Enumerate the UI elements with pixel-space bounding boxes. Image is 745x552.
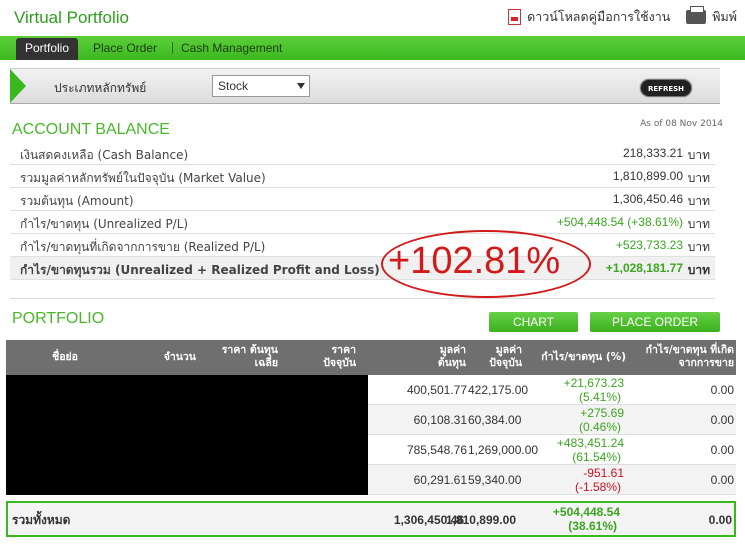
print-link[interactable]: พิมพ์ bbox=[712, 7, 737, 27]
pl-percent: (5.41%) bbox=[578, 390, 621, 404]
balance-label: กำไร/ขาดทุนที่เกิดจากการขาย (Realized P/… bbox=[20, 240, 266, 254]
balance-unit: บาท bbox=[687, 171, 710, 185]
market-value: 1,269,000.00 bbox=[468, 443, 539, 457]
balance-value: 1,306,450.46 bbox=[612, 192, 683, 206]
column-header: จำนวน bbox=[163, 351, 196, 363]
pl-value: +21,673.23 bbox=[563, 376, 624, 390]
realized-value: 0.00 bbox=[710, 413, 734, 427]
table-row[interactable]: 400,501.77 422,175.00 +21,673.23 (5.41%)… bbox=[368, 375, 736, 405]
balance-label: เงินสดคงเหลือ (Cash Balance) bbox=[20, 148, 189, 162]
balance-label: รวมมูลค่าหลักทรัพย์ในปัจจุบัน (Market Va… bbox=[20, 171, 266, 185]
market-value: 60,384.00 bbox=[468, 413, 522, 427]
balance-value: 1,810,899.00 bbox=[612, 169, 683, 183]
table-total-row: รวมทั้งหมด 1,306,450.46 1,810,899.00 +50… bbox=[6, 501, 736, 537]
section-divider bbox=[10, 298, 715, 299]
as-of-date: As of 08 Nov 2014 bbox=[640, 119, 723, 129]
realized-value: 0.00 bbox=[710, 443, 734, 457]
balance-row-unrealized: กำไร/ขาดทุน (Unrealized P/L) +504,448.54… bbox=[10, 211, 715, 234]
balance-value: 218,333.21 bbox=[622, 146, 683, 160]
tab-place-order[interactable]: Place Order bbox=[93, 38, 157, 60]
table-row[interactable]: 60,291.61 59,340.00 -951.61 (-1.58%) 0.0… bbox=[368, 465, 736, 495]
realized-value: 0.00 bbox=[710, 473, 734, 487]
balance-row-total-pl: กำไร/ขาดทุนรวม (Unrealized + Realized Pr… bbox=[10, 257, 715, 280]
cost-value: 400,501.77 bbox=[406, 383, 467, 397]
balance-label: กำไร/ขาดทุนรวม (Unrealized + Realized Pr… bbox=[20, 263, 380, 277]
security-type-value: Stock bbox=[218, 79, 249, 93]
total-pl-percent: (38.61%) bbox=[568, 519, 617, 533]
balance-row-market-value: รวมมูลค่าหลักทรัพย์ในปัจจุบัน (Market Va… bbox=[10, 165, 715, 188]
pl-percent: (61.54%) bbox=[572, 450, 621, 464]
refresh-button[interactable]: REFRESH bbox=[640, 79, 692, 97]
cost-value: 60,291.61 bbox=[413, 473, 467, 487]
balance-value: +523,733.23 bbox=[615, 238, 683, 252]
balance-row-amount: รวมต้นทุน (Amount) 1,306,450.46 บาท bbox=[10, 188, 715, 211]
portfolio-table-header: ชื่อย่อ จำนวน ราคา ต้นทุนเฉลี่ย ราคา ปัจ… bbox=[6, 340, 736, 375]
balance-unit: บาท bbox=[687, 263, 710, 277]
column-header: ราคา ปัจจุบัน bbox=[323, 344, 356, 369]
app-header: Virtual Portfolio ดาวน์โหลดคู่มือการใช้ง… bbox=[0, 0, 745, 36]
place-order-button[interactable]: PLACE ORDER bbox=[590, 312, 720, 332]
table-row[interactable]: 785,548.76 1,269,000.00 +483,451.24 (61.… bbox=[368, 435, 736, 465]
total-pl: +504,448.54 bbox=[552, 505, 620, 519]
balance-unit: บาท bbox=[687, 240, 710, 254]
balance-row-cash: เงินสดคงเหลือ (Cash Balance) 218,333.21 … bbox=[10, 142, 715, 165]
realized-value: 0.00 bbox=[710, 383, 734, 397]
pl-percent: (0.46%) bbox=[578, 420, 621, 434]
total-label: รวมทั้งหมด bbox=[12, 513, 71, 527]
total-market: 1,810,899.00 bbox=[445, 513, 516, 527]
column-header: มูลค่า ปัจจุบัน bbox=[489, 344, 522, 369]
tab-bar: Portfolio Place Order Cash Management bbox=[0, 36, 745, 60]
security-type-label: ประเภทหลักทรัพย์ bbox=[54, 81, 147, 95]
header-actions: ดาวน์โหลดคู่มือการใช้งาน พิมพ์ bbox=[508, 6, 737, 27]
balance-unit: บาท bbox=[687, 148, 710, 162]
filter-bar: ประเภทหลักทรัพย์ Stock bbox=[10, 68, 720, 104]
pl-value: +275.69 bbox=[580, 406, 624, 420]
market-value: 422,175.00 bbox=[468, 383, 529, 397]
tab-portfolio[interactable]: Portfolio bbox=[16, 38, 79, 60]
account-balance-title: ACCOUNT BALANCE bbox=[12, 121, 170, 138]
balance-unit: บาท bbox=[687, 217, 710, 231]
total-realized: 0.00 bbox=[708, 513, 732, 527]
pl-value: +483,451.24 bbox=[556, 436, 624, 450]
chevron-down-icon bbox=[297, 83, 305, 89]
balance-row-realized: กำไร/ขาดทุนที่เกิดจากการขาย (Realized P/… bbox=[10, 234, 715, 257]
cost-value: 785,548.76 bbox=[406, 443, 467, 457]
column-header: กำไร/ขาดทุน ที่เกิดจากการขาย bbox=[645, 344, 734, 369]
portfolio-title: PORTFOLIO bbox=[12, 310, 105, 327]
balance-value: +1,028,181.77 bbox=[605, 261, 683, 275]
table-row[interactable]: 60,108.31 60,384.00 +275.69 (0.46%) 0.00 bbox=[368, 405, 736, 435]
chart-button[interactable]: CHART bbox=[489, 312, 578, 332]
total-cost: 1,306,450.46 bbox=[393, 513, 464, 527]
redacted-area bbox=[6, 375, 368, 495]
security-type-select[interactable]: Stock bbox=[212, 75, 310, 97]
app-title: Virtual Portfolio bbox=[14, 8, 129, 27]
annotation-percent: +102.81% bbox=[388, 240, 561, 282]
column-header: ราคา ต้นทุนเฉลี่ย bbox=[221, 344, 278, 369]
pl-percent: (-1.58%) bbox=[574, 480, 621, 494]
balance-value: +504,448.54 (+38.61%) bbox=[556, 215, 683, 229]
printer-icon[interactable] bbox=[686, 6, 707, 24]
balance-unit: บาท bbox=[687, 194, 710, 208]
download-manual-link[interactable]: ดาวน์โหลดคู่มือการใช้งาน bbox=[527, 7, 670, 27]
tab-cash-management[interactable]: Cash Management bbox=[181, 38, 282, 60]
column-header: ชื่อย่อ bbox=[52, 351, 78, 363]
cost-value: 60,108.31 bbox=[413, 413, 467, 427]
balance-label: กำไร/ขาดทุน (Unrealized P/L) bbox=[20, 217, 189, 231]
column-header: กำไร/ขาดทุน (%) bbox=[541, 351, 626, 363]
tab-separator bbox=[172, 42, 173, 54]
balance-label: รวมต้นทุน (Amount) bbox=[20, 194, 134, 208]
pl-value: -951.61 bbox=[583, 466, 624, 480]
pdf-icon[interactable] bbox=[508, 9, 522, 25]
column-header: มูลค่า ต้นทุน bbox=[437, 344, 466, 369]
market-value: 59,340.00 bbox=[468, 473, 522, 487]
arrow-icon bbox=[10, 69, 26, 103]
